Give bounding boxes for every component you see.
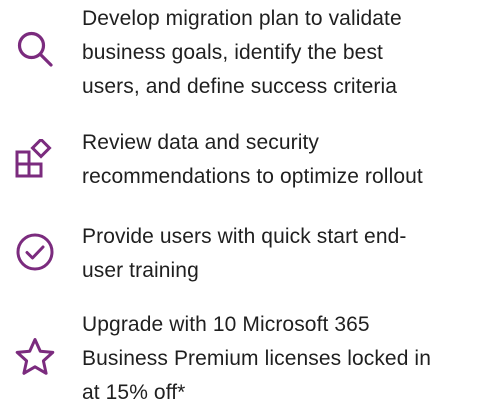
benefit-text-migration-plan: Develop migration plan to validate busin…: [82, 7, 402, 98]
benefit-item-license-upgrade: Upgrade with 10 Microsoft 365 Business P…: [0, 305, 479, 404]
search-icon: [14, 28, 56, 70]
benefit-text-user-training: Provide users with quick start end- user…: [82, 225, 407, 282]
check-circle-icon: [14, 231, 56, 273]
benefit-text-license-upgrade: Upgrade with 10 Microsoft 365 Business P…: [82, 313, 431, 404]
benefit-text-security-review: Review data and security recommendations…: [82, 131, 423, 188]
benefit-item-migration-plan: Develop migration plan to validate busin…: [0, 0, 479, 110]
apps-icon: [14, 139, 56, 181]
benefit-item-user-training: Provide users with quick start end- user…: [0, 218, 479, 288]
benefit-item-security-review: Review data and security recommendations…: [0, 125, 479, 195]
star-icon: [14, 336, 56, 378]
